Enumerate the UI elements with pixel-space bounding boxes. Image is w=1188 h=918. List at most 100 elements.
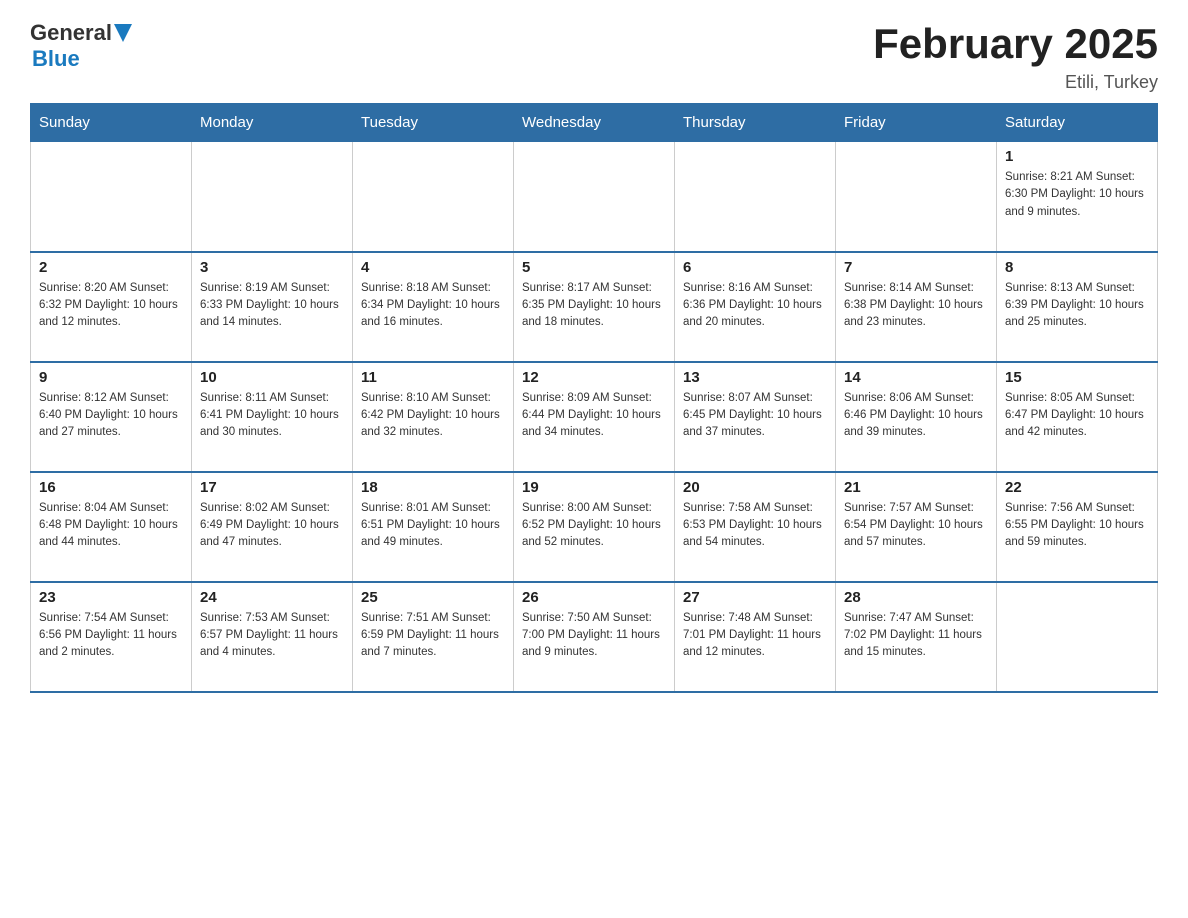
calendar-week-row: 23 Sunrise: 7:54 AM Sunset: 6:56 PM Dayli…: [31, 582, 1158, 692]
calendar-day-cell: 21 Sunrise: 7:57 AM Sunset: 6:54 PM Dayli…: [836, 472, 997, 582]
calendar-day-cell: [836, 142, 997, 252]
day-info: Sunrise: 8:14 AM Sunset: 6:38 PM Dayligh…: [844, 280, 988, 332]
day-info: Sunrise: 8:18 AM Sunset: 6:34 PM Dayligh…: [361, 280, 505, 332]
calendar-day-cell: [514, 142, 675, 252]
day-info: Sunrise: 7:47 AM Sunset: 7:02 PM Dayligh…: [844, 610, 988, 662]
day-number: 14: [844, 369, 988, 386]
calendar-week-row: 2 Sunrise: 8:20 AM Sunset: 6:32 PM Daylig…: [31, 252, 1158, 362]
logo-arrow-icon: [114, 24, 132, 42]
calendar-day-cell: 5 Sunrise: 8:17 AM Sunset: 6:35 PM Daylig…: [514, 252, 675, 362]
day-number: 18: [361, 479, 505, 496]
calendar-day-cell: 6 Sunrise: 8:16 AM Sunset: 6:36 PM Daylig…: [675, 252, 836, 362]
day-number: 6: [683, 259, 827, 276]
day-info: Sunrise: 8:05 AM Sunset: 6:47 PM Dayligh…: [1005, 390, 1149, 442]
day-info: Sunrise: 7:53 AM Sunset: 6:57 PM Dayligh…: [200, 610, 344, 662]
calendar-day-cell: [997, 582, 1158, 692]
day-number: 19: [522, 479, 666, 496]
weekday-header-monday: Monday: [192, 104, 353, 142]
calendar-day-cell: 19 Sunrise: 8:00 AM Sunset: 6:52 PM Dayli…: [514, 472, 675, 582]
calendar-day-cell: 28 Sunrise: 7:47 AM Sunset: 7:02 PM Dayli…: [836, 582, 997, 692]
logo: General Blue: [30, 20, 132, 72]
day-number: 16: [39, 479, 183, 496]
day-number: 9: [39, 369, 183, 386]
day-number: 24: [200, 589, 344, 606]
day-info: Sunrise: 8:19 AM Sunset: 6:33 PM Dayligh…: [200, 280, 344, 332]
day-info: Sunrise: 8:04 AM Sunset: 6:48 PM Dayligh…: [39, 500, 183, 552]
calendar-day-cell: [31, 142, 192, 252]
day-info: Sunrise: 7:48 AM Sunset: 7:01 PM Dayligh…: [683, 610, 827, 662]
calendar-day-cell: 3Sunrise: 8:19 AM Sunset: 6:33 PM Daylig…: [192, 252, 353, 362]
weekday-header-sunday: Sunday: [31, 104, 192, 142]
calendar-day-cell: 1 Sunrise: 8:21 AM Sunset: 6:30 PM Daylig…: [997, 142, 1158, 252]
calendar-day-cell: 7 Sunrise: 8:14 AM Sunset: 6:38 PM Daylig…: [836, 252, 997, 362]
day-number: 21: [844, 479, 988, 496]
month-title: February 2025: [873, 20, 1158, 68]
day-number: 7: [844, 259, 988, 276]
calendar-day-cell: 17 Sunrise: 8:02 AM Sunset: 6:49 PM Dayli…: [192, 472, 353, 582]
calendar-table: SundayMondayTuesdayWednesdayThursdayFrid…: [30, 103, 1158, 693]
day-info: Sunrise: 8:11 AM Sunset: 6:41 PM Dayligh…: [200, 390, 344, 442]
calendar-day-cell: 12 Sunrise: 8:09 AM Sunset: 6:44 PM Dayli…: [514, 362, 675, 472]
day-info: Sunrise: 8:06 AM Sunset: 6:46 PM Dayligh…: [844, 390, 988, 442]
day-number: 1: [1005, 148, 1149, 165]
calendar-day-cell: 25 Sunrise: 7:51 AM Sunset: 6:59 PM Dayli…: [353, 582, 514, 692]
day-number: 17: [200, 479, 344, 496]
calendar-day-cell: 26 Sunrise: 7:50 AM Sunset: 7:00 PM Dayli…: [514, 582, 675, 692]
calendar-day-cell: 8Sunrise: 8:13 AM Sunset: 6:39 PM Daylig…: [997, 252, 1158, 362]
day-number: 20: [683, 479, 827, 496]
calendar-day-cell: 27 Sunrise: 7:48 AM Sunset: 7:01 PM Dayli…: [675, 582, 836, 692]
day-info: Sunrise: 8:09 AM Sunset: 6:44 PM Dayligh…: [522, 390, 666, 442]
day-info: Sunrise: 8:16 AM Sunset: 6:36 PM Dayligh…: [683, 280, 827, 332]
day-info: Sunrise: 8:01 AM Sunset: 6:51 PM Dayligh…: [361, 500, 505, 552]
location-label: Etili, Turkey: [873, 72, 1158, 93]
day-info: Sunrise: 7:54 AM Sunset: 6:56 PM Dayligh…: [39, 610, 183, 662]
weekday-header-thursday: Thursday: [675, 104, 836, 142]
calendar-day-cell: [675, 142, 836, 252]
day-number: 23: [39, 589, 183, 606]
day-number: 28: [844, 589, 988, 606]
logo-blue-text: Blue: [32, 46, 80, 71]
day-number: 27: [683, 589, 827, 606]
calendar-day-cell: [192, 142, 353, 252]
calendar-day-cell: 22 Sunrise: 7:56 AM Sunset: 6:55 PM Dayli…: [997, 472, 1158, 582]
day-number: 2: [39, 259, 183, 276]
calendar-day-cell: [353, 142, 514, 252]
day-number: 15: [1005, 369, 1149, 386]
day-info: Sunrise: 8:17 AM Sunset: 6:35 PM Dayligh…: [522, 280, 666, 332]
day-number: 4: [361, 259, 505, 276]
day-info: Sunrise: 8:10 AM Sunset: 6:42 PM Dayligh…: [361, 390, 505, 442]
day-number: 5: [522, 259, 666, 276]
day-number: 22: [1005, 479, 1149, 496]
day-info: Sunrise: 7:56 AM Sunset: 6:55 PM Dayligh…: [1005, 500, 1149, 552]
calendar-week-row: 1 Sunrise: 8:21 AM Sunset: 6:30 PM Daylig…: [31, 142, 1158, 252]
weekday-header-friday: Friday: [836, 104, 997, 142]
weekday-header-saturday: Saturday: [997, 104, 1158, 142]
logo-general-text: General: [30, 20, 112, 46]
day-info: Sunrise: 8:07 AM Sunset: 6:45 PM Dayligh…: [683, 390, 827, 442]
calendar-day-cell: 16 Sunrise: 8:04 AM Sunset: 6:48 PM Dayli…: [31, 472, 192, 582]
day-info: Sunrise: 7:57 AM Sunset: 6:54 PM Dayligh…: [844, 500, 988, 552]
day-info: Sunrise: 8:21 AM Sunset: 6:30 PM Dayligh…: [1005, 169, 1149, 221]
calendar-week-row: 16 Sunrise: 8:04 AM Sunset: 6:48 PM Dayli…: [31, 472, 1158, 582]
day-number: 26: [522, 589, 666, 606]
calendar-day-cell: 24 Sunrise: 7:53 AM Sunset: 6:57 PM Dayli…: [192, 582, 353, 692]
day-info: Sunrise: 8:20 AM Sunset: 6:32 PM Dayligh…: [39, 280, 183, 332]
day-info: Sunrise: 7:50 AM Sunset: 7:00 PM Dayligh…: [522, 610, 666, 662]
weekday-header-row: SundayMondayTuesdayWednesdayThursdayFrid…: [31, 104, 1158, 142]
calendar-day-cell: 4 Sunrise: 8:18 AM Sunset: 6:34 PM Daylig…: [353, 252, 514, 362]
day-number: 10: [200, 369, 344, 386]
day-info: Sunrise: 8:02 AM Sunset: 6:49 PM Dayligh…: [200, 500, 344, 552]
day-number: 11: [361, 369, 505, 386]
calendar-day-cell: 18 Sunrise: 8:01 AM Sunset: 6:51 PM Dayli…: [353, 472, 514, 582]
day-number: 25: [361, 589, 505, 606]
day-number: 8: [1005, 259, 1149, 276]
day-info: Sunrise: 8:00 AM Sunset: 6:52 PM Dayligh…: [522, 500, 666, 552]
day-number: 12: [522, 369, 666, 386]
day-info: Sunrise: 7:58 AM Sunset: 6:53 PM Dayligh…: [683, 500, 827, 552]
day-info: Sunrise: 7:51 AM Sunset: 6:59 PM Dayligh…: [361, 610, 505, 662]
calendar-day-cell: 9Sunrise: 8:12 AM Sunset: 6:40 PM Daylig…: [31, 362, 192, 472]
calendar-day-cell: 23 Sunrise: 7:54 AM Sunset: 6:56 PM Dayli…: [31, 582, 192, 692]
weekday-header-wednesday: Wednesday: [514, 104, 675, 142]
calendar-day-cell: 20 Sunrise: 7:58 AM Sunset: 6:53 PM Dayli…: [675, 472, 836, 582]
calendar-week-row: 9Sunrise: 8:12 AM Sunset: 6:40 PM Daylig…: [31, 362, 1158, 472]
